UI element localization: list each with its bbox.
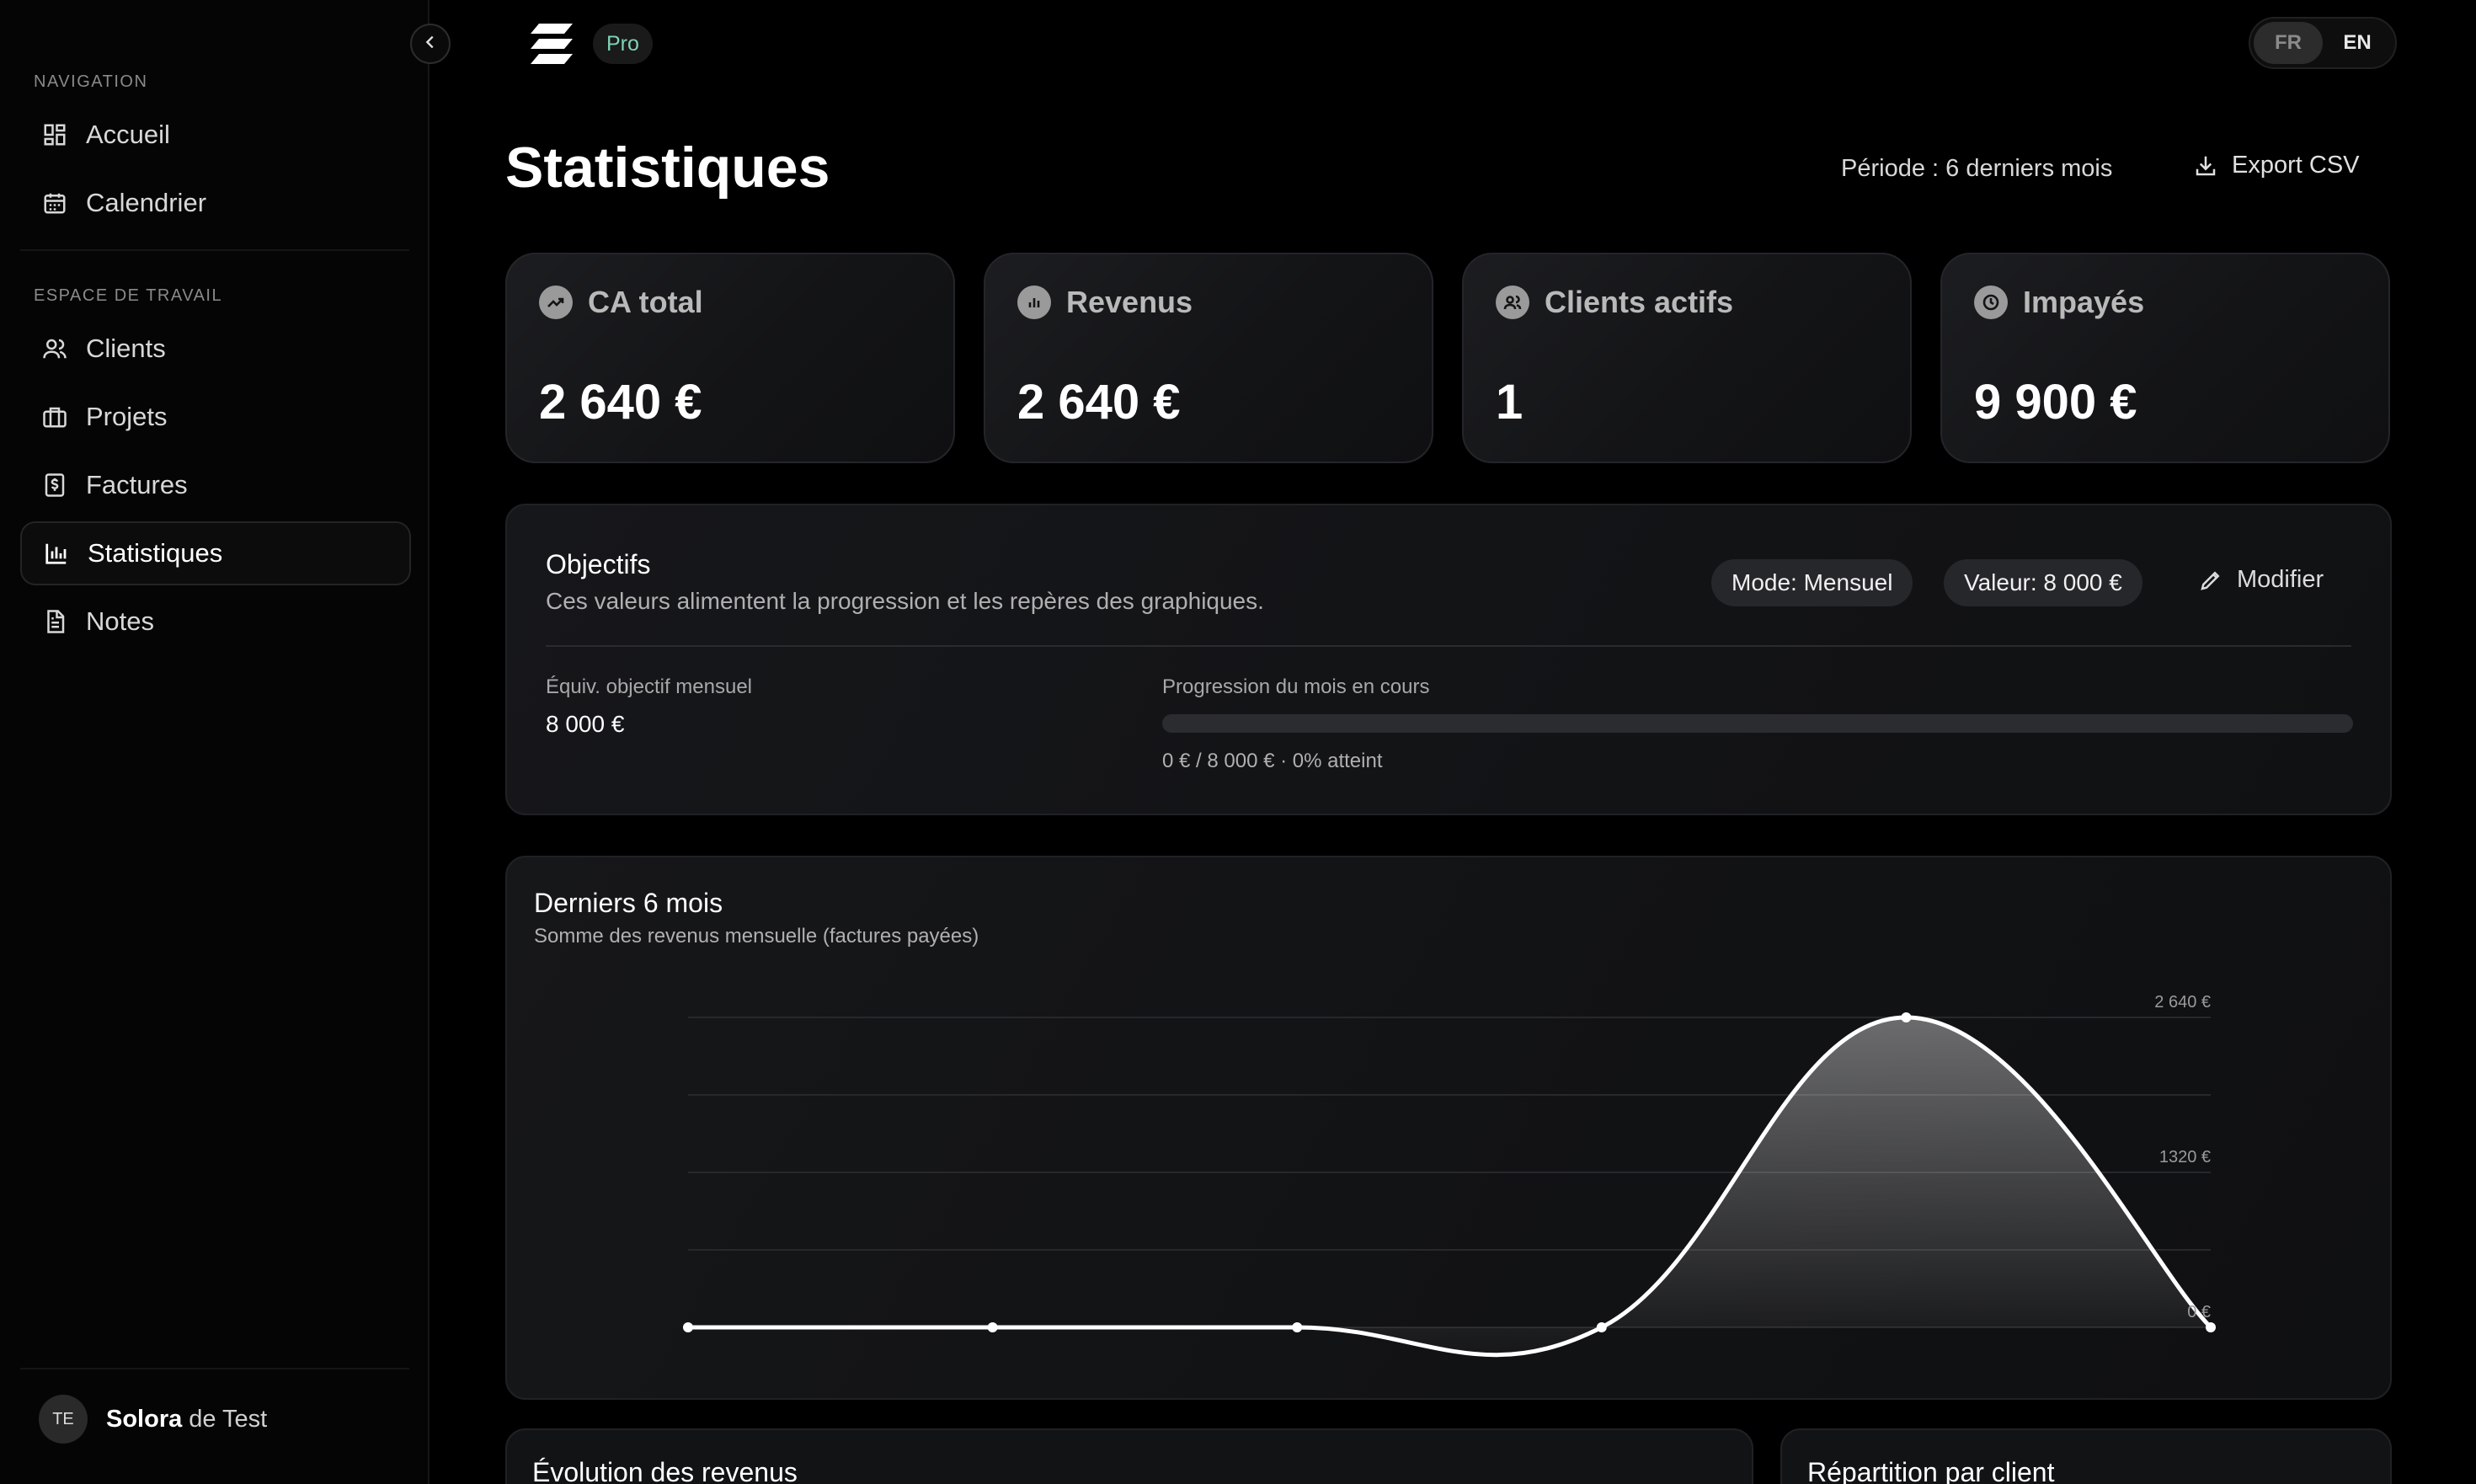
clock-icon — [1974, 286, 2008, 319]
sidebar-item-calendrier[interactable]: Calendrier — [20, 171, 411, 235]
chart-point[interactable] — [987, 1322, 998, 1332]
sidebar-item-projets[interactable]: Projets — [20, 385, 411, 449]
calendar-icon — [39, 187, 71, 219]
chart-point[interactable] — [1292, 1322, 1303, 1332]
kpi-card-impayes: Impayés 9 900 € — [1940, 253, 2390, 463]
progress-bar — [1162, 714, 2353, 733]
chart-point[interactable] — [2206, 1322, 2216, 1332]
sidebar-item-label: Projets — [86, 402, 168, 431]
lang-fr-button[interactable]: FR — [2254, 22, 2323, 64]
monthly-goal-label: Équiv. objectif mensuel — [546, 675, 753, 698]
kpi-value: 1 — [1496, 375, 1523, 430]
lang-en-button[interactable]: EN — [2323, 22, 2392, 64]
download-icon — [2193, 153, 2218, 179]
users-icon — [1496, 286, 1529, 319]
goals-subtitle: Ces valeurs alimentent la progression et… — [546, 588, 1264, 614]
kpi-card-clients-actifs: Clients actifs 1 — [1462, 253, 1912, 463]
sidebar-item-statistiques[interactable]: Statistiques — [20, 521, 411, 585]
kpi-value: 9 900 € — [1974, 375, 2137, 430]
kpi-label: Clients actifs — [1545, 285, 1734, 319]
app-root: NAVIGATION Accueil Calendrier ESPACE DE … — [0, 0, 2476, 1484]
chart-point[interactable] — [683, 1322, 693, 1332]
collapse-sidebar-button[interactable] — [410, 24, 451, 64]
chart-subtitle: Somme des revenus mensuelle (factures pa… — [534, 925, 979, 948]
export-csv-button[interactable]: Export CSV — [2193, 152, 2360, 179]
chart-area — [688, 1017, 2211, 1355]
kpi-value: 2 640 € — [539, 375, 702, 430]
kpi-card-ca-total: CA total 2 640 € — [505, 253, 955, 463]
language-switch: FR EN — [2249, 17, 2397, 69]
sidebar-item-label: Accueil — [86, 120, 170, 149]
sidebar-item-label: Clients — [86, 334, 166, 363]
chart-title: Derniers 6 mois — [534, 888, 723, 918]
sidebar-item-accueil[interactable]: Accueil — [20, 103, 411, 167]
goal-value-pill[interactable]: Valeur: 8 000 € — [1944, 559, 2142, 606]
kpi-label: CA total — [588, 285, 703, 319]
client-breakdown-title: Répartition par client — [1807, 1457, 2055, 1484]
revenue-chart-card: 2 640 € 1320 € 0 € Derniers 6 mois Somme… — [505, 856, 2392, 1400]
chart-point[interactable] — [1901, 1012, 1912, 1022]
period-selector[interactable]: Période : 6 derniers mois — [1841, 155, 2112, 183]
sidebar-divider — [20, 249, 409, 251]
sidebar-item-clients[interactable]: Clients — [20, 317, 411, 381]
sidebar-divider — [20, 1368, 409, 1369]
section-label-workspace: ESPACE DE TRAVAIL — [34, 286, 223, 305]
avatar: TE — [39, 1395, 88, 1444]
sidebar-item-label: Notes — [86, 606, 154, 636]
plan-badge: Pro — [593, 24, 653, 64]
sidebar-item-label: Factures — [86, 470, 188, 499]
kpi-label: Revenus — [1066, 285, 1193, 319]
goals-title: Objectifs — [546, 549, 651, 579]
goals-card: Objectifs Ces valeurs alimentent la prog… — [505, 504, 2392, 815]
kpi-card-revenus: Revenus 2 640 € — [984, 253, 1433, 463]
user-profile[interactable]: TE Solora de Test — [39, 1395, 267, 1444]
user-last-name: de Test — [189, 1405, 268, 1433]
brand-logo-icon[interactable] — [529, 22, 574, 66]
modify-goals-button[interactable]: Modifier — [2198, 566, 2324, 594]
sidebar: NAVIGATION Accueil Calendrier ESPACE DE … — [0, 0, 430, 1484]
revenue-evolution-card: Évolution des revenus — [505, 1428, 1753, 1484]
progress-label: Progression du mois en cours — [1162, 675, 1430, 698]
trending-up-icon — [539, 286, 573, 319]
y-tick-label: 1320 € — [2159, 1148, 2211, 1166]
sidebar-item-label: Statistiques — [88, 538, 223, 568]
bar-chart-icon — [1017, 286, 1051, 319]
revenue-evolution-title: Évolution des revenus — [532, 1457, 798, 1484]
pencil-icon — [2198, 568, 2223, 593]
chevron-left-icon — [421, 33, 440, 56]
section-label-navigation: NAVIGATION — [34, 72, 148, 91]
goal-mode-pill[interactable]: Mode: Mensuel — [1711, 559, 1913, 606]
goals-divider — [546, 645, 2351, 647]
bar-chart-icon — [40, 537, 72, 569]
sidebar-item-factures[interactable]: Factures — [20, 453, 411, 517]
user-first-name: Solora — [106, 1405, 183, 1433]
page-title: Statistiques — [505, 136, 830, 200]
y-tick-label: 0 € — [2187, 1303, 2211, 1321]
client-breakdown-card: Répartition par client — [1780, 1428, 2392, 1484]
users-icon — [39, 333, 71, 365]
kpi-label: Impayés — [2023, 285, 2145, 319]
sidebar-item-label: Calendrier — [86, 188, 207, 217]
export-csv-label: Export CSV — [2232, 152, 2360, 179]
briefcase-icon — [39, 401, 71, 433]
dashboard-icon — [39, 119, 71, 151]
kpi-value: 2 640 € — [1017, 375, 1181, 430]
progress-text: 0 € / 8 000 € · 0% atteint — [1162, 750, 1383, 772]
invoice-icon — [39, 469, 71, 501]
monthly-goal-value: 8 000 € — [546, 711, 625, 737]
sidebar-item-notes[interactable]: Notes — [20, 590, 411, 654]
note-icon — [39, 606, 71, 638]
chart-point[interactable] — [1596, 1322, 1607, 1332]
modify-label: Modifier — [2237, 566, 2324, 593]
y-tick-label: 2 640 € — [2154, 993, 2211, 1012]
